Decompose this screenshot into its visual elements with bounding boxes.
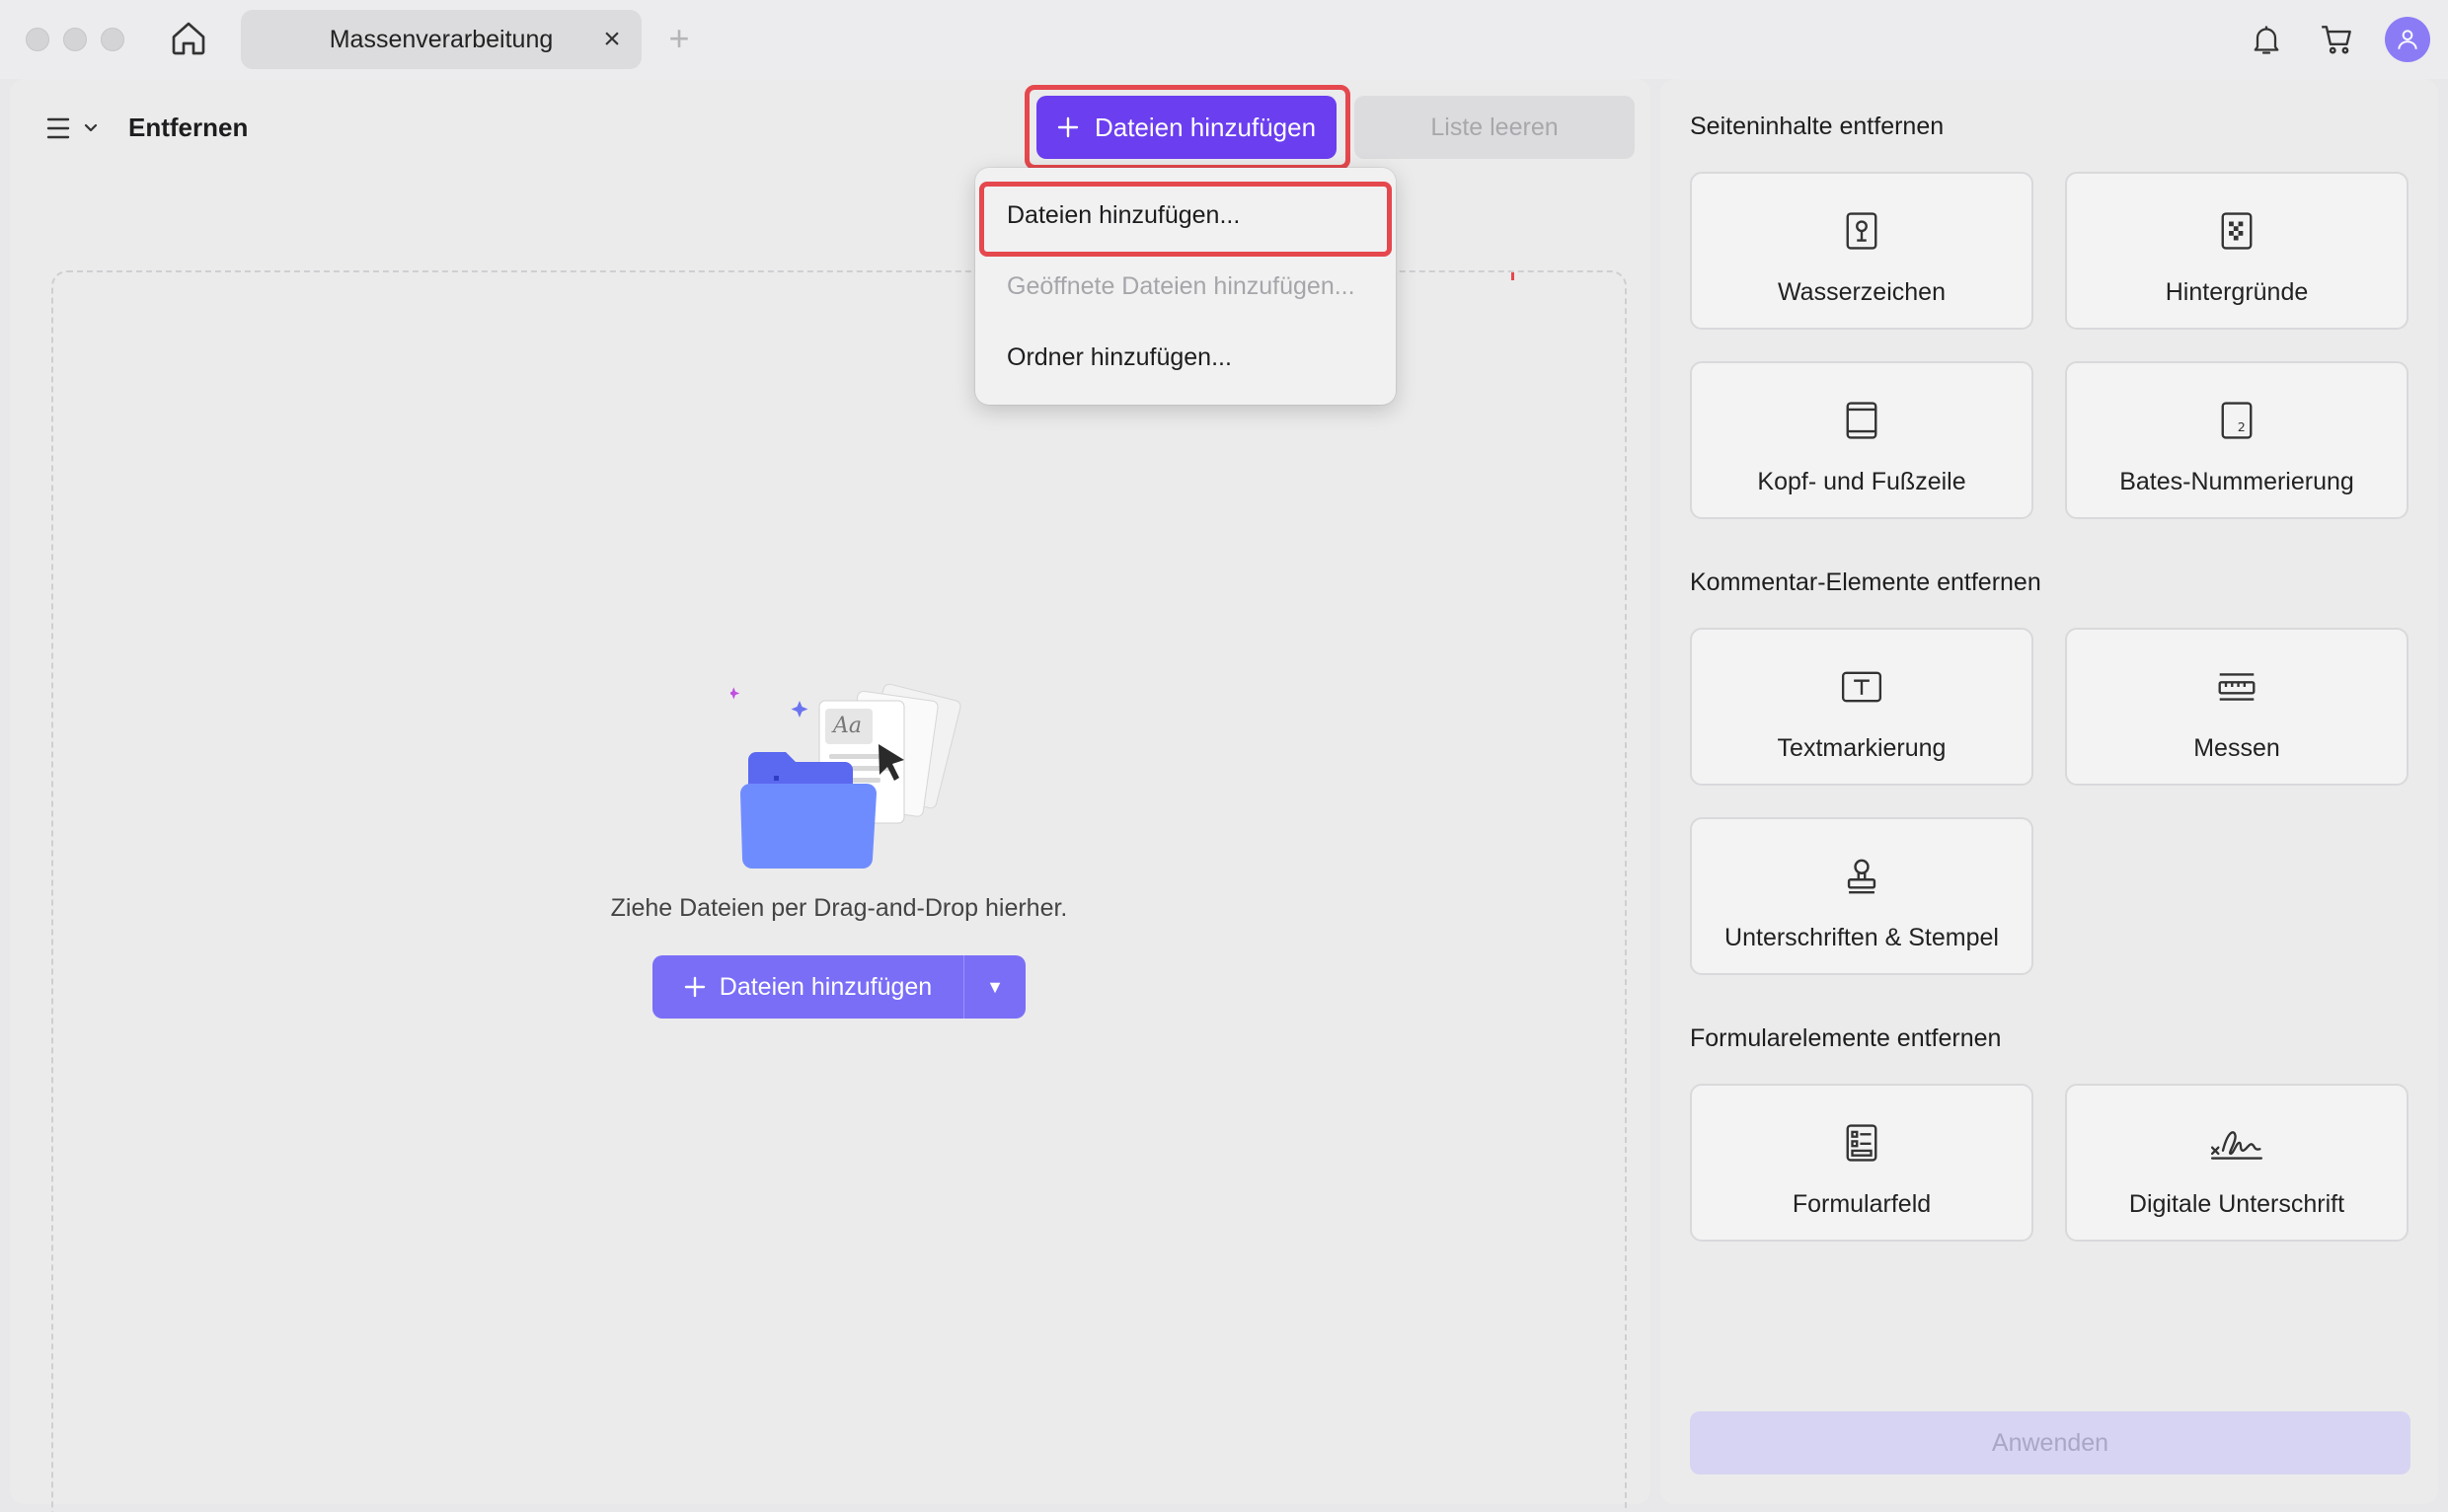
- card-label: Messen: [2193, 734, 2280, 762]
- add-files-dropdown-toggle[interactable]: ▼: [964, 977, 1026, 998]
- user-avatar[interactable]: [2385, 17, 2430, 62]
- card-label: Bates-Nummerierung: [2119, 468, 2354, 495]
- caret-down-icon: ▼: [986, 976, 1004, 997]
- menu-item-highlight: [979, 182, 1392, 257]
- clear-list-button[interactable]: Liste leeren: [1354, 96, 1635, 159]
- tab-label: Massenverarbeitung: [329, 25, 554, 53]
- watermark-icon: [1846, 212, 1877, 250]
- drop-hint-text: Ziehe Dateien per Drag-and-Drop hierher.: [610, 894, 1068, 922]
- hamburger-icon: [46, 117, 70, 139]
- file-list-panel: Entfernen Aa Ziehe Dateien per Drag-and-…: [10, 79, 1650, 1512]
- menu-button[interactable]: [45, 109, 115, 148]
- tab-massenverarbeitung[interactable]: Massenverarbeitung ×: [241, 10, 642, 69]
- measure-icon: [2218, 673, 2256, 701]
- user-icon: [2398, 30, 2417, 49]
- card-signatures-stamps[interactable]: Unterschriften & Stempel: [1690, 817, 2033, 975]
- card-label: Kopf- und Fußzeile: [1757, 468, 1966, 495]
- options-panel: Seiteninhalte entfernen Wasserzeichen Hi…: [1660, 79, 2438, 1504]
- card-label: Hintergründe: [2165, 278, 2309, 306]
- drop-zone[interactable]: [51, 270, 1627, 1512]
- folder-files-illustration: Aa: [730, 683, 961, 869]
- add-files-center-button[interactable]: Dateien hinzufügen: [652, 955, 963, 1019]
- card-label: Digitale Unterschrift: [2128, 1190, 2345, 1218]
- card-header-footer[interactable]: Kopf- und Fußzeile: [1690, 361, 2033, 519]
- menu-item-add-opened-files: Geöffnete Dateien hinzufügen...: [1007, 272, 1355, 300]
- chevron-down-icon: [84, 123, 98, 132]
- apply-button[interactable]: Anwenden: [1690, 1411, 2410, 1474]
- title-bar: Massenverarbeitung × +: [0, 0, 2448, 79]
- add-files-button[interactable]: Dateien hinzufügen: [1036, 96, 1337, 159]
- section-title-comment-elements: Kommentar-Elemente entfernen: [1690, 568, 2041, 596]
- cart-icon: [2322, 26, 2351, 54]
- card-bates-numbering[interactable]: 2 Bates-Nummerierung: [2065, 361, 2409, 519]
- card-measure[interactable]: Messen: [2065, 628, 2409, 786]
- notifications-button[interactable]: [2245, 18, 2288, 61]
- card-label: Wasserzeichen: [1778, 278, 1946, 306]
- menu-item-add-folder[interactable]: Ordner hinzufügen...: [1007, 343, 1232, 372]
- card-watermark[interactable]: Wasserzeichen: [1690, 172, 2033, 330]
- section-title-form-elements: Formularelemente entfernen: [1690, 1024, 2002, 1052]
- bates-number-icon: 2: [2221, 402, 2253, 439]
- section-title-page-content: Seiteninhalte entfernen: [1690, 113, 1945, 140]
- plus-icon: [684, 976, 705, 998]
- card-label: Unterschriften & Stempel: [1724, 924, 1999, 951]
- card-label: Formularfeld: [1792, 1190, 1932, 1218]
- add-files-split-button: Dateien hinzufügen ▼: [652, 955, 1026, 1019]
- add-files-center-label: Dateien hinzufügen: [719, 972, 933, 1001]
- card-label: Textmarkierung: [1777, 734, 1947, 762]
- window-close-button[interactable]: [26, 28, 49, 51]
- bell-icon: [2254, 26, 2279, 54]
- home-icon: [172, 22, 205, 55]
- card-text-markup[interactable]: Textmarkierung: [1690, 628, 2033, 786]
- annotation-mark: [1511, 272, 1514, 280]
- window-zoom-button[interactable]: [101, 28, 124, 51]
- new-tab-button[interactable]: +: [661, 18, 697, 59]
- tab-close-icon[interactable]: ×: [596, 23, 628, 55]
- svg-text:Aa: Aa: [831, 714, 862, 738]
- home-button[interactable]: [166, 16, 211, 61]
- text-markup-icon: [1841, 671, 1882, 703]
- card-digital-signature[interactable]: Digitale Unterschrift: [2065, 1084, 2409, 1242]
- digital-signature-icon: [2210, 1131, 2263, 1160]
- svg-text:2: 2: [2238, 419, 2246, 434]
- cart-button[interactable]: [2316, 18, 2359, 61]
- plus-icon: [1057, 116, 1079, 138]
- add-files-label: Dateien hinzufügen: [1094, 112, 1317, 142]
- card-backgrounds[interactable]: Hintergründe: [2065, 172, 2409, 330]
- stamp-icon: [1847, 859, 1876, 894]
- card-form-field[interactable]: Formularfeld: [1690, 1084, 2033, 1242]
- page-title: Entfernen: [128, 113, 249, 142]
- background-icon: [2221, 212, 2253, 250]
- window-minimize-button[interactable]: [63, 28, 87, 51]
- header-footer-icon: [1846, 402, 1877, 439]
- form-field-icon: [1846, 1124, 1877, 1162]
